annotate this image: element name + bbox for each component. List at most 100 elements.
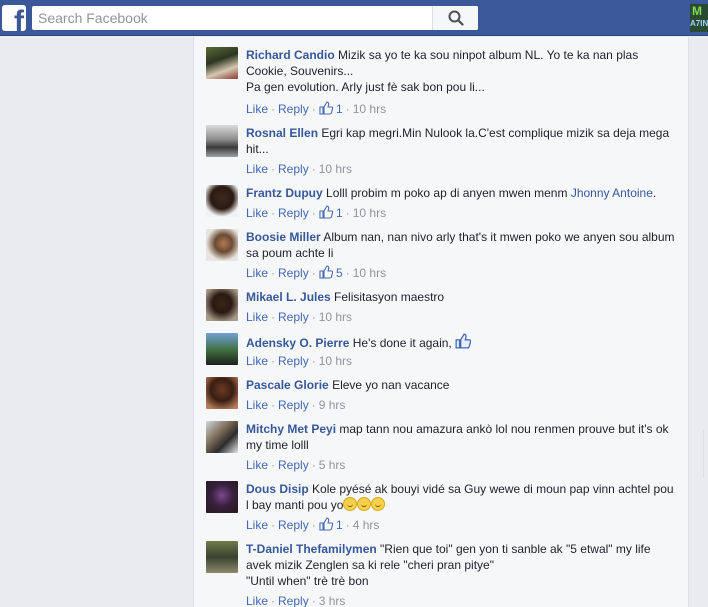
comment-author[interactable]: Rosnal Ellen bbox=[246, 126, 318, 140]
avatar[interactable] bbox=[206, 229, 238, 261]
separator: · bbox=[345, 102, 350, 116]
comment-author[interactable]: Frantz Dupuy bbox=[246, 186, 323, 200]
like-button[interactable]: Like bbox=[246, 458, 268, 472]
comment-author[interactable]: Mitchy Met Peyi bbox=[246, 422, 336, 436]
avatar[interactable] bbox=[206, 125, 238, 157]
timestamp[interactable]: 10 hrs bbox=[319, 162, 352, 176]
timestamp[interactable]: 10 hrs bbox=[353, 266, 386, 280]
timestamp[interactable]: 10 hrs bbox=[319, 354, 352, 368]
search-box bbox=[32, 6, 478, 30]
like-button[interactable]: Like bbox=[246, 518, 268, 532]
comment-author[interactable]: T-Daniel Thefamilymen bbox=[246, 542, 377, 556]
comment-body: Adensky O. Pierre He's done it again, bbox=[246, 333, 678, 353]
facebook-logo-icon[interactable]: f bbox=[2, 5, 26, 31]
comment-actions: Like · Reply · 1 · 4 hrs bbox=[246, 517, 379, 535]
scroll-edge bbox=[703, 430, 708, 478]
reply-button[interactable]: Reply bbox=[278, 354, 309, 368]
comment-body: T-Daniel Thefamilymen "Rien que toi" gen… bbox=[246, 541, 678, 589]
comment-author[interactable]: Adensky O. Pierre bbox=[246, 336, 349, 350]
comment-text: He's done it again, bbox=[352, 336, 452, 350]
comment-author[interactable]: Dous Disip bbox=[246, 482, 309, 496]
timestamp[interactable]: 9 hrs bbox=[319, 398, 346, 412]
timestamp[interactable]: 5 hrs bbox=[319, 458, 346, 472]
separator: · bbox=[311, 206, 316, 220]
comment-body: Pascale Glorie Eleve yo nan vacance bbox=[246, 377, 678, 393]
avatar[interactable] bbox=[206, 289, 238, 321]
reply-button[interactable]: Reply bbox=[278, 594, 309, 607]
like-button[interactable]: Like bbox=[246, 266, 268, 280]
separator: · bbox=[311, 162, 316, 176]
comment-author[interactable]: Richard Candio bbox=[246, 48, 335, 62]
timestamp[interactable]: 4 hrs bbox=[353, 518, 380, 532]
comment-author[interactable]: Pascale Glorie bbox=[246, 378, 329, 392]
search-button[interactable] bbox=[432, 6, 478, 30]
comment-text-end: . bbox=[652, 186, 657, 200]
comment-text: Felisitasyon maestro bbox=[334, 290, 445, 304]
separator: · bbox=[311, 310, 316, 324]
timestamp[interactable]: 10 hrs bbox=[353, 102, 386, 116]
thumbs-up-icon bbox=[319, 101, 333, 119]
reply-button[interactable]: Reply bbox=[278, 162, 309, 176]
like-count[interactable]: 5 bbox=[336, 266, 343, 280]
like-count[interactable]: 1 bbox=[336, 102, 343, 116]
comment-actions: Like · Reply · 10 hrs bbox=[246, 309, 352, 325]
timestamp[interactable]: 10 hrs bbox=[353, 206, 386, 220]
separator: · bbox=[311, 458, 316, 472]
avatar[interactable] bbox=[206, 541, 238, 573]
grinning-emoji-icon bbox=[371, 497, 386, 511]
comment-body: Rosnal Ellen Egri kap megri.Min Nulook l… bbox=[246, 125, 678, 157]
thumbs-up-icon bbox=[455, 333, 472, 353]
comment-body: Frantz Dupuy Lolll probim m poko ap di a… bbox=[246, 185, 678, 201]
like-button[interactable]: Like bbox=[246, 206, 268, 220]
app-badge-bottom: A7IN bbox=[690, 19, 708, 28]
reply-button[interactable]: Reply bbox=[278, 206, 309, 220]
like-button[interactable]: Like bbox=[246, 398, 268, 412]
comment-text-line2: Pa gen evolution. Arly just fè sak bon p… bbox=[246, 80, 485, 94]
separator: · bbox=[271, 354, 276, 368]
comment-actions: Like · Reply · 10 hrs bbox=[246, 353, 352, 369]
comment-actions: Like · Reply · 10 hrs bbox=[246, 161, 352, 177]
separator: · bbox=[345, 266, 350, 280]
separator: · bbox=[311, 518, 316, 532]
like-button[interactable]: Like bbox=[246, 162, 268, 176]
avatar[interactable] bbox=[206, 185, 238, 217]
mention-link[interactable]: Jhonny Antoine bbox=[571, 186, 653, 200]
separator: · bbox=[271, 518, 276, 532]
like-count[interactable]: 1 bbox=[336, 206, 343, 220]
thumbs-up-icon bbox=[319, 265, 333, 283]
reply-button[interactable]: Reply bbox=[278, 102, 309, 116]
thumbs-up-icon bbox=[319, 517, 333, 535]
comment-author[interactable]: Mikael L. Jules bbox=[246, 290, 331, 304]
reply-button[interactable]: Reply bbox=[278, 398, 309, 412]
avatar[interactable] bbox=[206, 333, 238, 365]
reply-button[interactable]: Reply bbox=[278, 518, 309, 532]
avatar[interactable] bbox=[206, 377, 238, 409]
like-button[interactable]: Like bbox=[246, 102, 268, 116]
timestamp[interactable]: 10 hrs bbox=[319, 310, 352, 324]
avatar[interactable] bbox=[206, 47, 238, 79]
comment-text-line2: "Until when" trè trè bon bbox=[246, 574, 369, 588]
avatar[interactable] bbox=[206, 421, 238, 453]
comment-author[interactable]: Boosie Miller bbox=[246, 230, 321, 244]
app-badge[interactable]: M A7IN bbox=[690, 4, 708, 32]
thumbs-up-icon bbox=[319, 205, 333, 223]
timestamp[interactable]: 3 hrs bbox=[319, 594, 346, 607]
comments-panel: Richard Candio Mizik sa yo te ka sou nin… bbox=[193, 37, 689, 607]
reply-button[interactable]: Reply bbox=[278, 310, 309, 324]
comment-body: Boosie Miller Album nan, nan nivo arly t… bbox=[246, 229, 678, 261]
search-icon bbox=[448, 10, 464, 26]
separator: · bbox=[271, 310, 276, 324]
separator: · bbox=[271, 102, 276, 116]
like-button[interactable]: Like bbox=[246, 594, 268, 607]
comment-actions: Like · Reply · 1 · 10 hrs bbox=[246, 101, 386, 119]
like-button[interactable]: Like bbox=[246, 354, 268, 368]
like-count[interactable]: 1 bbox=[336, 518, 343, 532]
search-input[interactable] bbox=[32, 6, 432, 30]
comment-actions: Like · Reply · 1 · 10 hrs bbox=[246, 205, 386, 223]
reply-button[interactable]: Reply bbox=[278, 266, 309, 280]
reply-button[interactable]: Reply bbox=[278, 458, 309, 472]
separator: · bbox=[271, 162, 276, 176]
avatar[interactable] bbox=[206, 481, 238, 513]
like-button[interactable]: Like bbox=[246, 310, 268, 324]
separator: · bbox=[271, 398, 276, 412]
